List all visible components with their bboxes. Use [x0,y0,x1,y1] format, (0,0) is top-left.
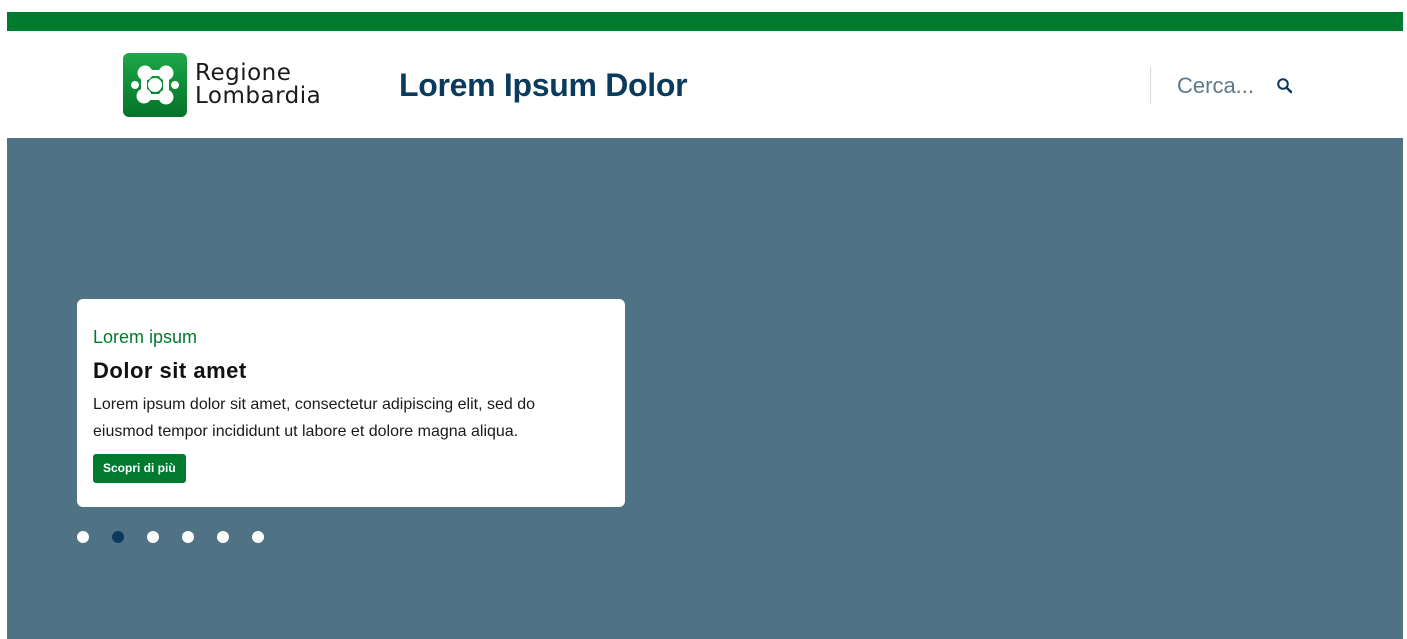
logo-line-2: Lombardia [195,83,322,109]
top-accent-bar [7,12,1403,31]
carousel-dot[interactable] [252,531,264,543]
card-kicker: Lorem ipsum [93,327,198,347]
carousel-dot[interactable] [182,531,194,543]
logo-wordmark: Regione Lombardia [195,62,321,108]
rosa-camuna-icon [123,53,187,117]
card-title: Dolor sit amet [93,358,247,383]
carousel-dot[interactable] [77,531,89,543]
search-placeholder: Cerca... [1177,72,1255,98]
site-header: Regione Lombardia Lorem Ipsum Dolor Cerc… [7,31,1403,138]
carousel-pagination [77,531,264,543]
carousel-dot[interactable] [147,531,159,543]
hero-carousel: Lorem ipsum Dolor sit amet Lorem ipsum d… [7,138,1403,639]
carousel-dot[interactable] [112,531,124,543]
regione-lombardia-logo[interactable]: Regione Lombardia [123,53,321,117]
logo-line-1: Regione [195,60,292,86]
search-field[interactable]: Cerca... [1150,67,1294,104]
card-description: Lorem ipsum dolor sit amet, consectetur … [93,396,535,440]
site-title[interactable]: Lorem Ipsum Dolor [399,67,688,104]
carousel-dot[interactable] [217,531,229,543]
hero-card: Lorem ipsum Dolor sit amet Lorem ipsum d… [77,299,625,507]
search-icon[interactable] [1276,77,1294,95]
discover-more-button[interactable]: Scopri di più [93,454,186,483]
